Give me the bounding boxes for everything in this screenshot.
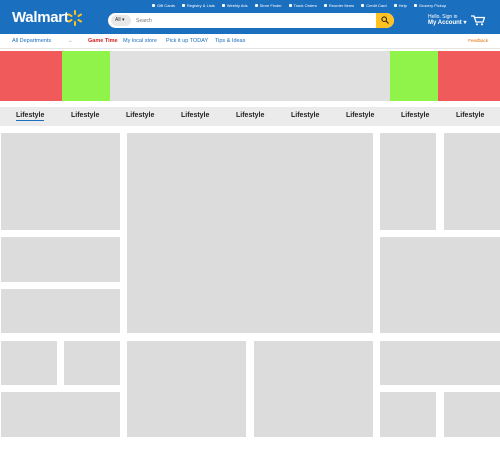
search-button[interactable]	[376, 13, 394, 28]
tile-center-feature[interactable]	[127, 133, 373, 333]
tab-lifestyle-7[interactable]: Lifestyle	[346, 112, 374, 119]
tile-right-small-b[interactable]	[444, 133, 500, 230]
util-registry[interactable]: Registry & Lists	[182, 1, 215, 10]
util-store-finder[interactable]: Store Finder	[254, 1, 282, 10]
tab-lifestyle-3[interactable]: Lifestyle	[126, 112, 154, 119]
nav-link-tips-ideas[interactable]: Tips & Ideas	[215, 38, 245, 44]
all-departments-link[interactable]: All Departments	[12, 38, 51, 44]
utility-nav: Gift Cards Registry & Lists Weekly Ads S…	[152, 1, 500, 10]
tile-bottom-center-a[interactable]	[127, 341, 246, 437]
account-menu[interactable]: Hello. Sign in My Account ▾	[428, 14, 466, 26]
spark-icon	[67, 10, 83, 26]
tile-right-bottom[interactable]	[380, 341, 500, 385]
tile-left-bottom-a[interactable]	[1, 341, 57, 385]
util-grocery-pickup[interactable]: Grocery Pickup	[413, 1, 446, 10]
hero-banner[interactable]	[0, 51, 500, 101]
tile-left-lower[interactable]	[1, 289, 120, 333]
banner-green-block-left	[62, 51, 110, 101]
util-weekly-ads[interactable]: Weekly Ads	[221, 1, 248, 10]
tile-left-footer[interactable]	[1, 392, 120, 437]
banner-red-block-left	[0, 51, 62, 101]
banner-green-block-right	[390, 51, 438, 101]
util-reorder[interactable]: Reorder Items	[323, 1, 354, 10]
util-track-orders[interactable]: Track Orders	[288, 1, 317, 10]
walmart-logo[interactable]: Walmart	[12, 9, 69, 26]
cart-icon[interactable]	[471, 15, 485, 26]
account-label: My Account ▾	[428, 20, 467, 26]
search-icon	[381, 16, 389, 24]
tile-right-footer-b[interactable]	[444, 392, 500, 437]
util-gift-cards[interactable]: Gift Cards	[152, 1, 175, 10]
tab-lifestyle-5[interactable]: Lifestyle	[236, 112, 264, 119]
tile-right-mid[interactable]	[380, 237, 500, 333]
tab-lifestyle-6[interactable]: Lifestyle	[291, 112, 319, 119]
tile-right-footer-a[interactable]	[380, 392, 436, 437]
tile-bottom-center-b[interactable]	[254, 341, 373, 437]
feedback-link[interactable]: Feedback	[468, 38, 488, 43]
nav-link-game-time[interactable]: Game Time	[88, 38, 118, 44]
tile-left-top[interactable]	[1, 133, 120, 230]
category-tabs: Lifestyle Lifestyle Lifestyle Lifestyle …	[0, 107, 500, 126]
search-scope-select[interactable]: All ▾	[111, 15, 131, 26]
search-input[interactable]	[136, 13, 376, 28]
tile-right-small-a[interactable]	[380, 133, 436, 230]
tab-lifestyle-8[interactable]: Lifestyle	[401, 112, 429, 119]
search-bar: All ▾	[108, 13, 394, 28]
banner-red-block-right	[438, 51, 500, 101]
tile-left-bottom-b[interactable]	[64, 341, 120, 385]
tab-lifestyle-9[interactable]: Lifestyle	[456, 112, 484, 119]
site-header: Walmart Gift Cards Registry & Lists Week…	[0, 0, 500, 34]
secondary-nav: All Departments ⌄ Game Time My local sto…	[0, 34, 500, 49]
tile-left-mid[interactable]	[1, 237, 120, 282]
nav-link-local-store[interactable]: My local store	[123, 38, 157, 44]
tab-lifestyle-1[interactable]: Lifestyle	[16, 112, 45, 121]
util-help[interactable]: Help	[393, 1, 407, 10]
util-credit-card[interactable]: Credit Card	[361, 1, 387, 10]
tab-lifestyle-4[interactable]: Lifestyle	[181, 112, 209, 119]
tab-lifestyle-2[interactable]: Lifestyle	[71, 112, 99, 119]
nav-link-pickup-today[interactable]: Pick it up TODAY	[166, 38, 208, 44]
chevron-down-icon[interactable]: ⌄	[68, 38, 73, 44]
